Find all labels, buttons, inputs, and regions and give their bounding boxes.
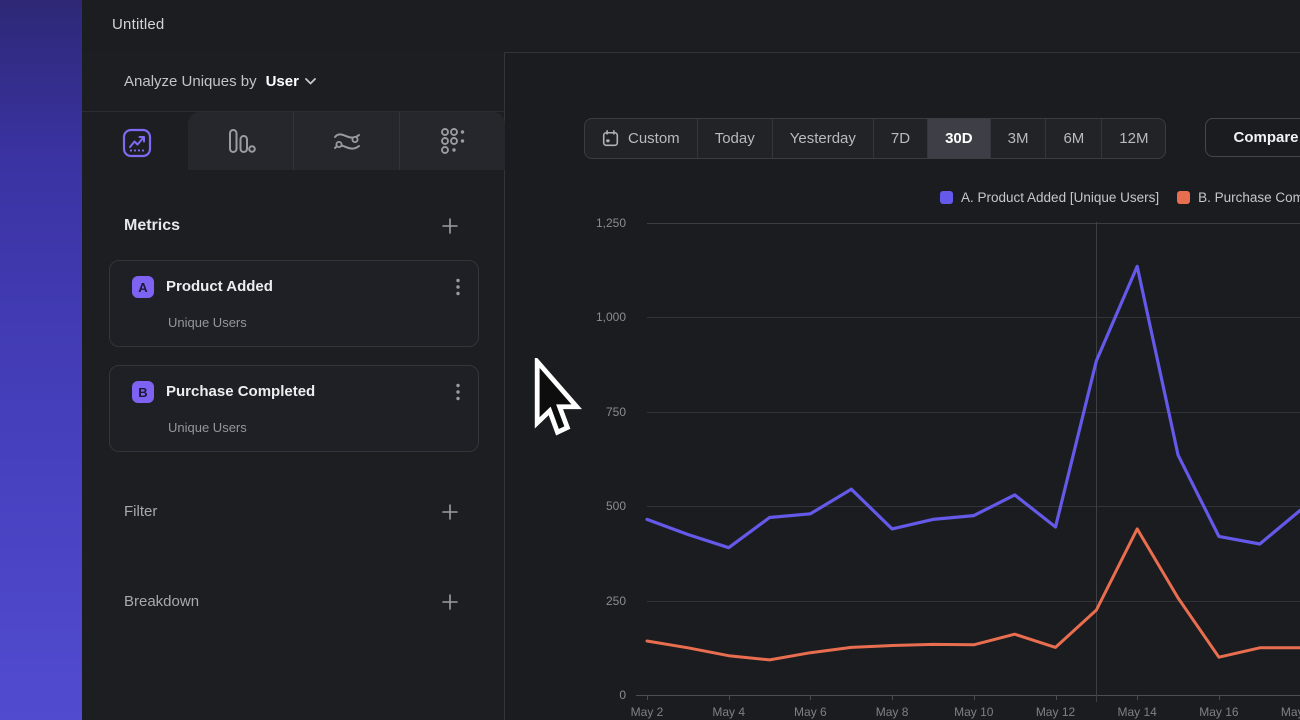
range-button-label: 3M [1008, 130, 1029, 147]
compare-button[interactable]: Compare [1205, 118, 1300, 157]
range-button-3m[interactable]: 3M [990, 119, 1046, 158]
range-button-30d[interactable]: 30D [927, 119, 990, 158]
y-axis-label: 1,000 [578, 310, 626, 324]
filter-section-header: Filter [124, 503, 458, 520]
legend-item[interactable]: B. Purchase Completed [Unique Users] [1177, 190, 1300, 205]
range-button-label: 7D [891, 130, 910, 147]
plus-icon [442, 218, 458, 234]
date-range-segmented-control: Custom Today Yesterday 7D 30D 3M 6M 12M [584, 118, 1166, 159]
series-line-a [647, 266, 1300, 547]
series-line-b [647, 529, 1300, 660]
range-button-label: Today [715, 130, 755, 147]
range-button-12m[interactable]: 12M [1101, 119, 1165, 158]
kebab-menu-icon[interactable] [456, 278, 460, 301]
metric-subtitle: Unique Users [168, 420, 247, 435]
tab-flows[interactable] [293, 112, 399, 170]
calendar-icon [602, 130, 619, 147]
metric-badge-b: B [132, 381, 154, 403]
metric-badge-a: A [132, 276, 154, 298]
retention-grid-icon [439, 127, 467, 155]
metrics-header-label: Metrics [124, 217, 180, 235]
y-axis-label: 1,250 [578, 216, 626, 230]
range-button-label: Yesterday [790, 130, 856, 147]
chart-type-tabs [188, 112, 505, 170]
metric-card-b[interactable]: B Purchase Completed Unique Users [109, 365, 479, 452]
analyze-by-row: Analyze Uniques by User [82, 52, 505, 112]
sidebar: Analyze Uniques by User [82, 52, 505, 720]
y-axis-label: 250 [578, 594, 626, 608]
add-metric-button[interactable] [442, 218, 458, 234]
plus-icon [442, 504, 458, 520]
top-bar: Untitled [82, 0, 1300, 53]
range-button-label: Custom [628, 130, 680, 147]
legend-swatch [940, 191, 953, 204]
chevron-down-icon [305, 78, 316, 85]
y-axis-label: 750 [578, 405, 626, 419]
tab-retention[interactable] [399, 112, 505, 170]
chart-series-canvas [630, 215, 1300, 720]
metric-card-a[interactable]: A Product Added Unique Users [109, 260, 479, 347]
flows-icon [332, 127, 362, 155]
legend-label: B. Purchase Completed [Unique Users] [1198, 190, 1300, 205]
analyze-by-dropdown[interactable]: User [266, 73, 316, 90]
chart-legend: A. Product Added [Unique Users] B. Purcha… [940, 190, 1300, 205]
app-root: { "window": { "title": "Untitled" }, "si… [0, 0, 1300, 720]
range-button-custom[interactable]: Custom [585, 119, 697, 158]
filter-header-label: Filter [124, 503, 157, 520]
y-axis-label: 500 [578, 499, 626, 513]
legend-swatch [1177, 191, 1190, 204]
kebab-menu-icon[interactable] [456, 383, 460, 406]
metric-title: Product Added [166, 278, 273, 295]
analyze-by-label: Analyze Uniques by [124, 73, 257, 90]
bar-chart-icon [226, 127, 256, 155]
range-button-label: 12M [1119, 130, 1148, 147]
range-button-6m[interactable]: 6M [1045, 119, 1101, 158]
breakdown-section-header: Breakdown [124, 593, 458, 610]
plus-icon [442, 594, 458, 610]
tab-bar-chart[interactable] [188, 112, 293, 170]
metric-title: Purchase Completed [166, 383, 315, 400]
line-chart[interactable]: 02505007501,0001,250May 2May 4May 6May 8… [630, 215, 1300, 720]
range-button-7d[interactable]: 7D [873, 119, 927, 158]
report-title[interactable]: Untitled [112, 16, 164, 33]
range-button-label: 30D [945, 130, 973, 147]
breakdown-header-label: Breakdown [124, 593, 199, 610]
range-button-today[interactable]: Today [697, 119, 772, 158]
metric-subtitle: Unique Users [168, 315, 247, 330]
analyze-by-value: User [266, 73, 299, 90]
y-axis-label: 0 [578, 688, 626, 702]
range-button-yesterday[interactable]: Yesterday [772, 119, 873, 158]
add-filter-button[interactable] [442, 504, 458, 520]
metrics-section-header: Metrics [124, 217, 458, 235]
desktop-background-strip [0, 0, 82, 720]
line-chart-icon [122, 128, 152, 158]
legend-label: A. Product Added [Unique Users] [961, 190, 1159, 205]
range-button-label: 6M [1063, 130, 1084, 147]
add-breakdown-button[interactable] [442, 594, 458, 610]
legend-item[interactable]: A. Product Added [Unique Users] [940, 190, 1159, 205]
tab-insights[interactable] [122, 128, 152, 158]
